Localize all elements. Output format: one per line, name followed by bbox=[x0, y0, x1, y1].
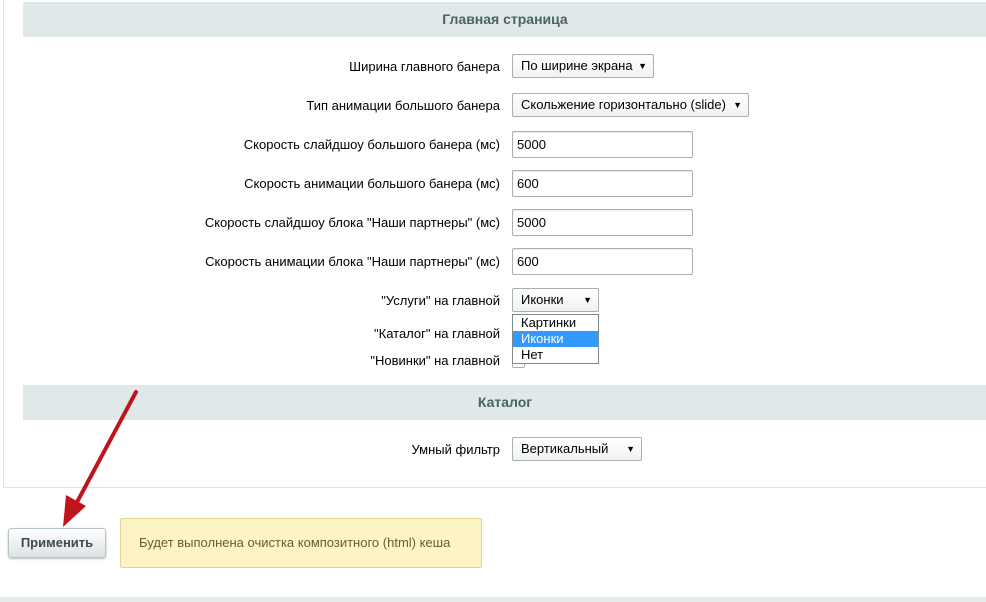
dropdown-option-pictures[interactable]: Картинки bbox=[513, 315, 598, 331]
bottom-divider bbox=[0, 597, 986, 602]
banner-width-select[interactable]: По ширине экрана ▼ bbox=[512, 54, 654, 78]
banner-slideshow-speed-label: Скорость слайдшоу большого банера (мс) bbox=[243, 137, 500, 152]
partners-animation-speed-input[interactable]: 600 bbox=[512, 248, 693, 275]
partners-slideshow-speed-input[interactable]: 5000 bbox=[512, 209, 693, 236]
smart-filter-select[interactable]: Вертикальный ▼ bbox=[512, 437, 642, 461]
banner-slideshow-speed-input[interactable]: 5000 bbox=[512, 131, 693, 158]
banner-animation-speed-input[interactable]: 600 bbox=[512, 170, 693, 197]
chevron-down-icon: ▼ bbox=[733, 100, 742, 110]
services-on-main-value: Иконки bbox=[521, 292, 564, 307]
partners-animation-speed-label: Скорость анимации блока "Наши партнеры" … bbox=[205, 254, 500, 269]
news-on-main-label: "Новинки" на главной bbox=[370, 353, 500, 368]
chevron-down-icon: ▼ bbox=[626, 444, 635, 454]
section-header-main-page: Главная страница bbox=[23, 2, 986, 37]
dropdown-option-icons[interactable]: Иконки bbox=[513, 331, 598, 347]
settings-panel: Главная страница Ширина главного банера … bbox=[3, 0, 986, 488]
chevron-down-icon: ▼ bbox=[638, 61, 647, 71]
services-on-main-label: "Услуги" на главной bbox=[381, 293, 500, 308]
banner-animation-type-value: Скольжение горизонтально (slide) bbox=[521, 97, 726, 112]
banner-animation-type-select[interactable]: Скольжение горизонтально (slide) ▼ bbox=[512, 93, 749, 117]
banner-animation-speed-label: Скорость анимации большого банера (мс) bbox=[244, 176, 500, 191]
partners-slideshow-speed-label: Скорость слайдшоу блока "Наши партнеры" … bbox=[204, 215, 500, 230]
section-header-catalog: Каталог bbox=[23, 385, 986, 420]
smart-filter-label: Умный фильтр bbox=[411, 442, 501, 457]
smart-filter-value: Вертикальный bbox=[521, 441, 609, 456]
apply-button[interactable]: Применить bbox=[8, 528, 106, 558]
cache-notice: Будет выполнена очистка композитного (ht… bbox=[120, 518, 482, 568]
catalog-on-main-label: "Каталог" на главной bbox=[374, 326, 500, 341]
banner-width-label: Ширина главного банера bbox=[349, 59, 500, 74]
banner-animation-type-label: Тип анимации большого банера bbox=[306, 98, 500, 113]
annotation-arrow-head bbox=[63, 495, 86, 527]
dropdown-option-none[interactable]: Нет bbox=[513, 347, 598, 363]
chevron-down-icon: ▼ bbox=[583, 295, 592, 305]
settings-page: Главная страница Ширина главного банера … bbox=[0, 0, 986, 602]
banner-width-value: По ширине экрана bbox=[521, 58, 633, 73]
services-on-main-select[interactable]: Иконки ▼ bbox=[512, 288, 599, 312]
services-dropdown-list: Картинки Иконки Нет bbox=[512, 314, 599, 364]
